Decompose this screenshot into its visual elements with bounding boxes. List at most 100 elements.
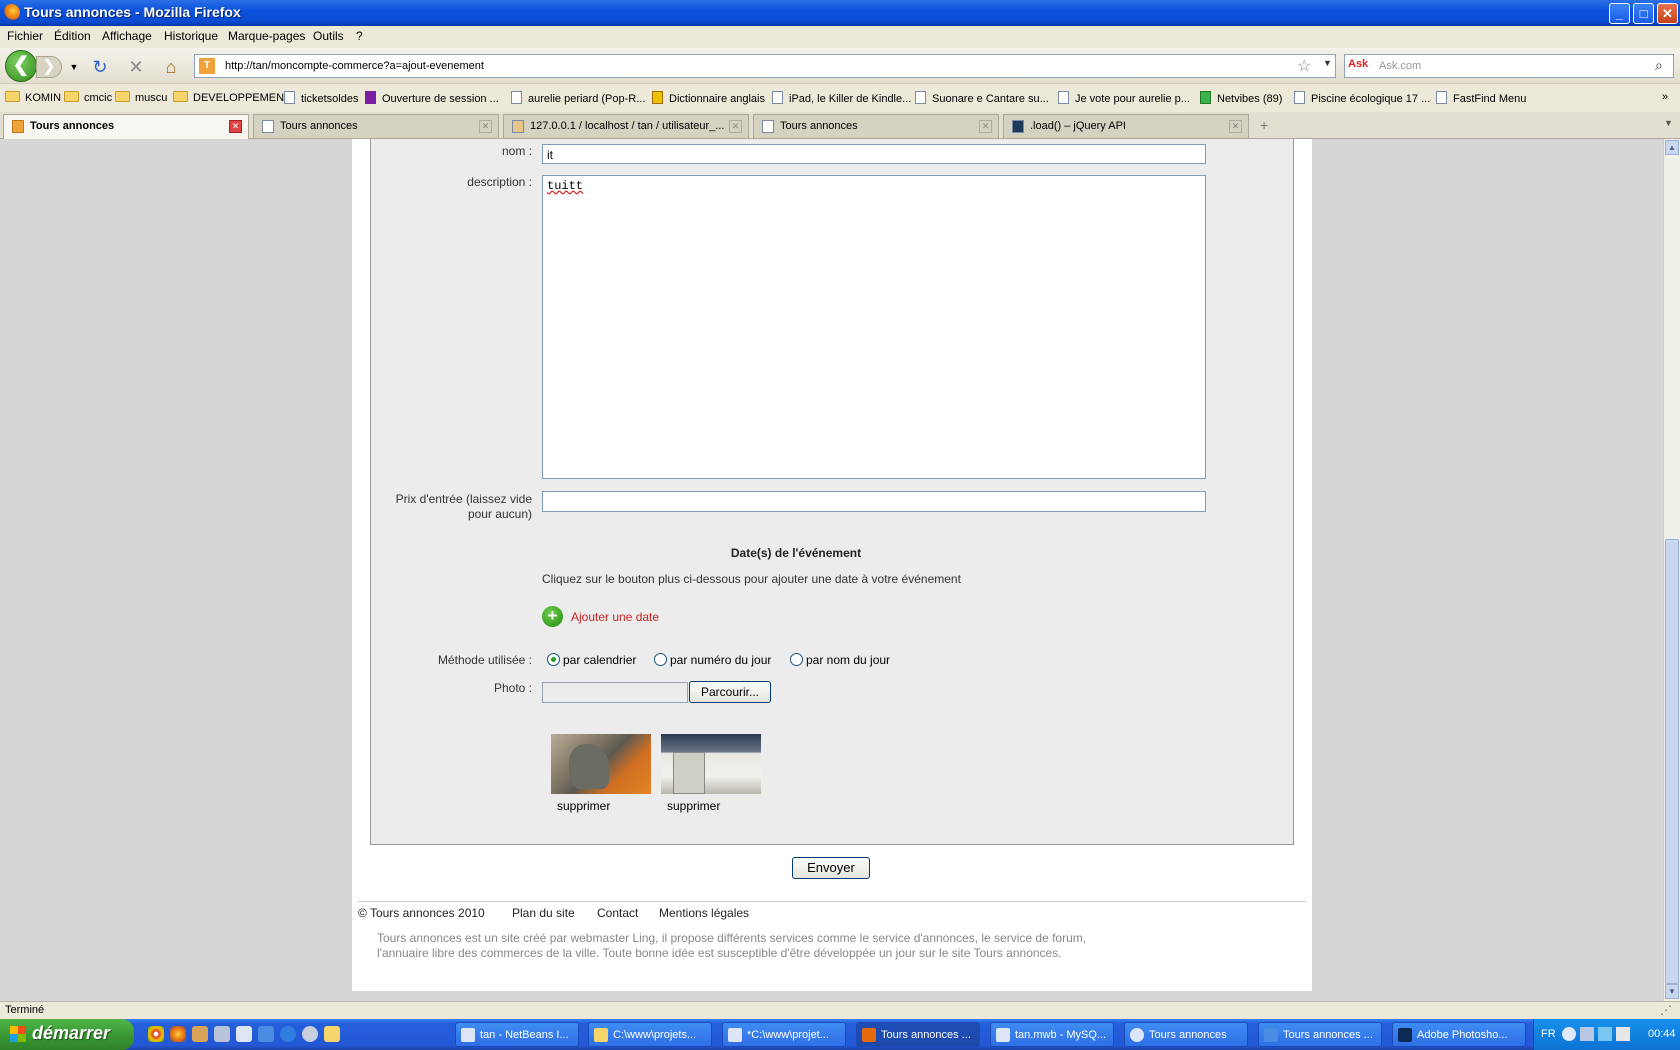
tray-icon[interactable] bbox=[1562, 1027, 1576, 1041]
footer-divider bbox=[358, 901, 1306, 902]
close-button[interactable]: ✕ bbox=[1657, 3, 1678, 24]
forward-button[interactable]: ❯ bbox=[36, 56, 62, 78]
bookmark-folder[interactable]: KOMIN bbox=[5, 91, 61, 104]
submit-button[interactable]: Envoyer bbox=[792, 857, 870, 879]
url-dropdown-icon[interactable]: ▼ bbox=[1323, 58, 1332, 68]
bookmark-item[interactable]: iPad, le Killer de Kindle... bbox=[772, 91, 911, 105]
ie-icon[interactable] bbox=[258, 1026, 274, 1042]
radio-par-nom-du-jour[interactable] bbox=[790, 653, 803, 666]
add-date-link[interactable]: Ajouter une date bbox=[571, 610, 659, 624]
notepad-icon[interactable] bbox=[236, 1026, 252, 1042]
scroll-down-icon[interactable]: ▼ bbox=[1665, 984, 1679, 999]
radio-label-numero[interactable]: par numéro du jour bbox=[670, 653, 771, 667]
close-tab-icon[interactable]: ✕ bbox=[1229, 120, 1242, 133]
bookmark-item[interactable]: Dictionnaire anglais bbox=[652, 91, 765, 105]
bookmark-item[interactable]: Piscine écologique 17 ... bbox=[1294, 91, 1430, 105]
radio-label-nom[interactable]: par nom du jour bbox=[806, 653, 890, 667]
minimize-button[interactable]: _ bbox=[1609, 3, 1630, 24]
taskbar-item-explorer[interactable]: C:\www\projets... bbox=[588, 1022, 712, 1047]
radio-label-calendrier[interactable]: par calendrier bbox=[563, 653, 636, 667]
bookmark-item[interactable]: ticketsoldes bbox=[284, 91, 358, 105]
firefox-icon[interactable] bbox=[170, 1026, 186, 1042]
scrollbar-thumb[interactable] bbox=[1665, 539, 1679, 984]
chrome-icon[interactable] bbox=[148, 1026, 164, 1042]
back-button[interactable]: ❮ bbox=[5, 50, 37, 82]
reload-icon[interactable]: ↻ bbox=[89, 56, 111, 78]
taskbar-item-chrome[interactable]: Tours annonces bbox=[1124, 1022, 1248, 1047]
add-date-icon[interactable]: + bbox=[542, 606, 563, 627]
scroll-up-icon[interactable]: ▲ bbox=[1665, 140, 1679, 155]
bookmark-folder[interactable]: DEVELOPPEMENT bbox=[173, 91, 291, 104]
photo-file-input[interactable] bbox=[542, 682, 688, 703]
bookmark-item[interactable]: aurelie periard (Pop-R... bbox=[511, 91, 645, 105]
search-bar[interactable]: Ask Ask.com ⌕ bbox=[1344, 54, 1674, 78]
bookmark-folder[interactable]: muscu bbox=[115, 91, 167, 104]
taskbar-item-ie[interactable]: Tours annonces ... bbox=[1258, 1022, 1382, 1047]
bookmark-folder[interactable]: cmcic bbox=[64, 91, 112, 104]
stop-icon[interactable]: ✕ bbox=[125, 56, 147, 78]
volume-icon[interactable] bbox=[1616, 1027, 1630, 1041]
radio-par-calendrier[interactable] bbox=[547, 653, 560, 666]
menu-help[interactable]: ? bbox=[356, 29, 363, 43]
search-engine-icon[interactable]: Ask bbox=[1348, 58, 1372, 74]
close-tab-icon[interactable]: ✕ bbox=[729, 120, 742, 133]
tray-icon[interactable] bbox=[1598, 1027, 1612, 1041]
bookmark-item[interactable]: Ouverture de session ... bbox=[365, 91, 499, 105]
delete-photo-link[interactable]: supprimer bbox=[667, 799, 720, 813]
bookmark-item[interactable]: FastFind Menu bbox=[1436, 91, 1526, 105]
tab-tours-annonces[interactable]: Tours annonces ✕ bbox=[753, 114, 999, 138]
resize-grip-icon[interactable]: ⋰ bbox=[1660, 1003, 1672, 1017]
menu-historique[interactable]: Historique bbox=[164, 29, 218, 43]
taskbar-item-photoshop[interactable]: Adobe Photosho... bbox=[1392, 1022, 1526, 1047]
menu-marque-pages[interactable]: Marque-pages bbox=[228, 29, 305, 43]
menu-outils[interactable]: Outils bbox=[313, 29, 344, 43]
bookmark-star-icon[interactable]: ☆ bbox=[1297, 56, 1311, 76]
start-button[interactable]: démarrer bbox=[0, 1019, 134, 1050]
ie-alt-icon[interactable] bbox=[280, 1026, 296, 1042]
url-text[interactable]: http://tan/moncompte-commerce?a=ajout-ev… bbox=[225, 60, 484, 72]
menu-fichier[interactable]: Fichier bbox=[7, 29, 43, 43]
maximize-button[interactable]: □ bbox=[1633, 3, 1654, 24]
menu-edition[interactable]: Édition bbox=[54, 29, 91, 43]
tab-jquery-load[interactable]: .load() – jQuery API ✕ bbox=[1003, 114, 1249, 138]
search-icon[interactable]: ⌕ bbox=[1655, 57, 1663, 74]
tab-list-icon[interactable]: ▼ bbox=[1664, 118, 1673, 128]
footer-link-mentions-legales[interactable]: Mentions légales bbox=[659, 906, 749, 920]
bookmark-item[interactable]: Suonare e Cantare su... bbox=[915, 91, 1049, 105]
folder-icon[interactable] bbox=[324, 1026, 340, 1042]
tab-tours-annonces[interactable]: Tours annonces ✕ bbox=[253, 114, 499, 138]
footer-link-contact[interactable]: Contact bbox=[597, 906, 638, 920]
search-placeholder[interactable]: Ask.com bbox=[1379, 60, 1421, 72]
taskbar-item-mysql[interactable]: tan.mwb - MySQ... bbox=[990, 1022, 1114, 1047]
bookmark-item[interactable]: Je vote pour aurelie p... bbox=[1058, 91, 1190, 105]
clock[interactable]: 00:44 bbox=[1648, 1028, 1676, 1040]
url-bar[interactable]: T http://tan/moncompte-commerce?a=ajout-… bbox=[194, 54, 1336, 78]
users-icon[interactable] bbox=[192, 1026, 208, 1042]
browse-button[interactable]: Parcourir... bbox=[689, 681, 771, 703]
description-textarea[interactable]: tuitt bbox=[542, 175, 1206, 479]
delete-photo-link[interactable]: supprimer bbox=[557, 799, 610, 813]
close-tab-icon[interactable]: ✕ bbox=[229, 120, 242, 133]
tab-tours-annonces-active[interactable]: Tours annonces ✕ bbox=[3, 114, 249, 140]
media-icon[interactable] bbox=[302, 1026, 318, 1042]
bookmark-item[interactable]: Netvibes (89) bbox=[1200, 91, 1282, 105]
radio-par-numero-du-jour[interactable] bbox=[654, 653, 667, 666]
footer-link-plan-du-site[interactable]: Plan du site bbox=[512, 906, 575, 920]
network-icon[interactable] bbox=[1580, 1027, 1594, 1041]
nom-input[interactable]: it bbox=[542, 144, 1206, 164]
language-indicator[interactable]: FR bbox=[1541, 1028, 1556, 1040]
bookmarks-overflow-icon[interactable]: » bbox=[1662, 91, 1668, 103]
close-tab-icon[interactable]: ✕ bbox=[479, 120, 492, 133]
vertical-scrollbar[interactable]: ▲ ▼ bbox=[1663, 139, 1680, 1001]
taskbar-item-editor[interactable]: *C:\www\projet... bbox=[722, 1022, 846, 1047]
tool-icon[interactable] bbox=[214, 1026, 230, 1042]
close-tab-icon[interactable]: ✕ bbox=[979, 120, 992, 133]
taskbar-item-firefox[interactable]: Tours annonces ... bbox=[856, 1022, 980, 1047]
history-dropdown-icon[interactable]: ▼ bbox=[63, 56, 85, 78]
home-icon[interactable]: ⌂ bbox=[160, 56, 182, 78]
new-tab-icon[interactable]: + bbox=[1260, 117, 1268, 133]
taskbar-item-netbeans[interactable]: tan - NetBeans I... bbox=[455, 1022, 579, 1047]
prix-input[interactable] bbox=[542, 491, 1206, 512]
menu-affichage[interactable]: Affichage bbox=[102, 29, 152, 43]
tab-phpmyadmin[interactable]: 127.0.0.1 / localhost / tan / utilisateu… bbox=[503, 114, 749, 138]
